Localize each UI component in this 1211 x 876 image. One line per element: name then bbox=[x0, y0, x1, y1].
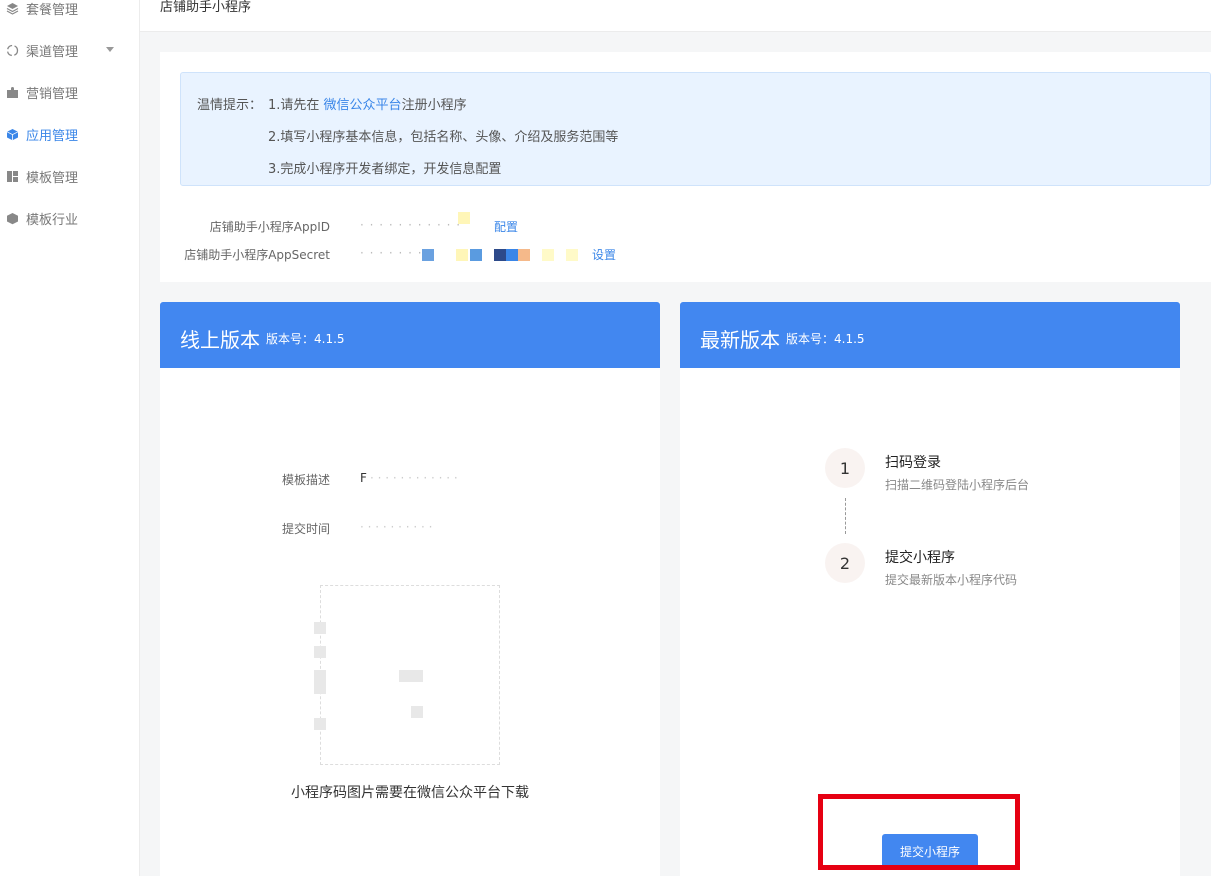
recycle-icon bbox=[6, 44, 19, 57]
redaction-mark bbox=[494, 249, 506, 261]
layers-icon bbox=[6, 2, 19, 15]
sidebar-item-channel[interactable]: 渠道管理 bbox=[0, 29, 139, 71]
redaction-mark bbox=[566, 249, 578, 261]
qr-mark bbox=[314, 646, 326, 658]
step-1-desc: 扫描二维码登陆小程序后台 bbox=[885, 478, 1030, 492]
qrcode-caption: 小程序码图片需要在微信公众平台下载 bbox=[291, 785, 529, 801]
step-1-title: 扫码登录 bbox=[885, 455, 941, 471]
sidebar-item-template[interactable]: 模板管理 bbox=[0, 155, 139, 197]
sidebar-item-package[interactable]: 套餐管理 bbox=[0, 0, 139, 29]
sidebar-item-label: 模板管理 bbox=[26, 170, 79, 186]
appid-label: 店铺助手小程序AppID bbox=[209, 220, 330, 234]
sidebar: 套餐管理 渠道管理 营销管理 应用管理 模板管理 模板行业 bbox=[0, 0, 140, 876]
sidebar-item-label: 营销管理 bbox=[26, 86, 79, 102]
tip-line-1-text: 1.请先在 bbox=[268, 98, 324, 113]
wechat-platform-link[interactable]: 微信公众平台 bbox=[324, 98, 402, 113]
config-panel: 温情提示： 1.请先在 微信公众平台注册小程序 2.填写小程序基本信息，包括名称… bbox=[160, 52, 1211, 282]
online-version-number: 版本号：4.1.5 bbox=[266, 332, 345, 346]
latest-version-title: 最新版本 bbox=[700, 328, 780, 352]
sidebar-item-industry[interactable]: 模板行业 bbox=[0, 197, 139, 239]
box-icon bbox=[6, 212, 19, 225]
tip-line-1: 1.请先在 微信公众平台注册小程序 bbox=[268, 94, 467, 113]
redaction-mark bbox=[458, 212, 470, 224]
template-desc-value: F bbox=[360, 471, 367, 485]
latest-version-header: 最新版本 版本号：4.1.5 bbox=[680, 302, 1180, 368]
redaction-mark bbox=[470, 249, 482, 261]
redaction-mark bbox=[518, 249, 530, 261]
sidebar-item-marketing[interactable]: 营销管理 bbox=[0, 71, 139, 113]
qr-mark bbox=[314, 622, 326, 634]
tip-line-1-suffix: 注册小程序 bbox=[401, 98, 467, 113]
sidebar-item-label: 渠道管理 bbox=[26, 44, 79, 60]
online-version-header: 线上版本 版本号：4.1.5 bbox=[160, 302, 660, 368]
chevron-down-icon bbox=[106, 47, 114, 52]
appid-config-link[interactable]: 配置 bbox=[494, 218, 518, 235]
qr-mark bbox=[314, 670, 326, 694]
submit-time-label: 提交时间 bbox=[282, 522, 331, 536]
latest-version-number: 版本号：4.1.5 bbox=[786, 332, 865, 346]
sidebar-item-app[interactable]: 应用管理 bbox=[0, 113, 139, 155]
sidebar-item-label: 模板行业 bbox=[26, 212, 79, 228]
page-title: 店铺助手小程序 bbox=[160, 0, 252, 15]
redaction-mark bbox=[422, 249, 434, 261]
tip-prefix: 温情提示： bbox=[197, 98, 263, 113]
tip-line-3: 3.完成小程序开发者绑定，开发信息配置 bbox=[268, 162, 502, 177]
appid-value: · · · · · · · · · · · bbox=[360, 218, 462, 232]
step-2-title: 提交小程序 bbox=[885, 550, 955, 566]
step-1-number: 1 bbox=[825, 448, 865, 488]
layout-icon bbox=[6, 170, 19, 183]
sidebar-item-label: 应用管理 bbox=[26, 128, 79, 144]
appsecret-config-link[interactable]: 设置 bbox=[592, 246, 616, 263]
redaction-mark bbox=[506, 249, 518, 261]
template-desc-redacted: · · · · · · · · · · · · bbox=[370, 471, 458, 485]
step-2-desc: 提交最新版本小程序代码 bbox=[885, 573, 1018, 587]
online-version-card: 线上版本 版本号：4.1.5 模板描述 F · · · · · · · · · … bbox=[160, 302, 660, 876]
template-desc-label: 模板描述 bbox=[282, 473, 331, 487]
submit-time-value: · · · · · · · · · · bbox=[360, 520, 433, 534]
latest-version-card: 最新版本 版本号：4.1.5 1 扫码登录 扫描二维码登陆小程序后台 2 提交小… bbox=[680, 302, 1180, 876]
redaction-mark bbox=[456, 249, 468, 261]
qr-mark bbox=[314, 718, 326, 730]
qr-mark bbox=[399, 670, 423, 682]
page-header: 店铺助手小程序 bbox=[140, 0, 1211, 32]
tip-line-2: 2.填写小程序基本信息，包括名称、头像、介绍及服务范围等 bbox=[268, 130, 619, 145]
qr-mark bbox=[411, 706, 423, 718]
appsecret-value: · · · · · · · bbox=[360, 246, 423, 260]
online-version-title: 线上版本 bbox=[180, 328, 260, 352]
redaction-mark bbox=[542, 249, 554, 261]
qrcode-placeholder bbox=[314, 585, 500, 765]
step-connector bbox=[845, 498, 846, 534]
step-2-number: 2 bbox=[825, 543, 865, 583]
tip-box: 温情提示： 1.请先在 微信公众平台注册小程序 2.填写小程序基本信息，包括名称… bbox=[180, 72, 1211, 186]
puzzle-icon bbox=[6, 86, 19, 99]
submit-miniprogram-button[interactable]: 提交小程序 bbox=[882, 834, 978, 868]
sidebar-item-label: 套餐管理 bbox=[26, 2, 79, 18]
cube-icon bbox=[6, 128, 19, 141]
appsecret-label: 店铺助手小程序AppSecret bbox=[184, 248, 330, 262]
